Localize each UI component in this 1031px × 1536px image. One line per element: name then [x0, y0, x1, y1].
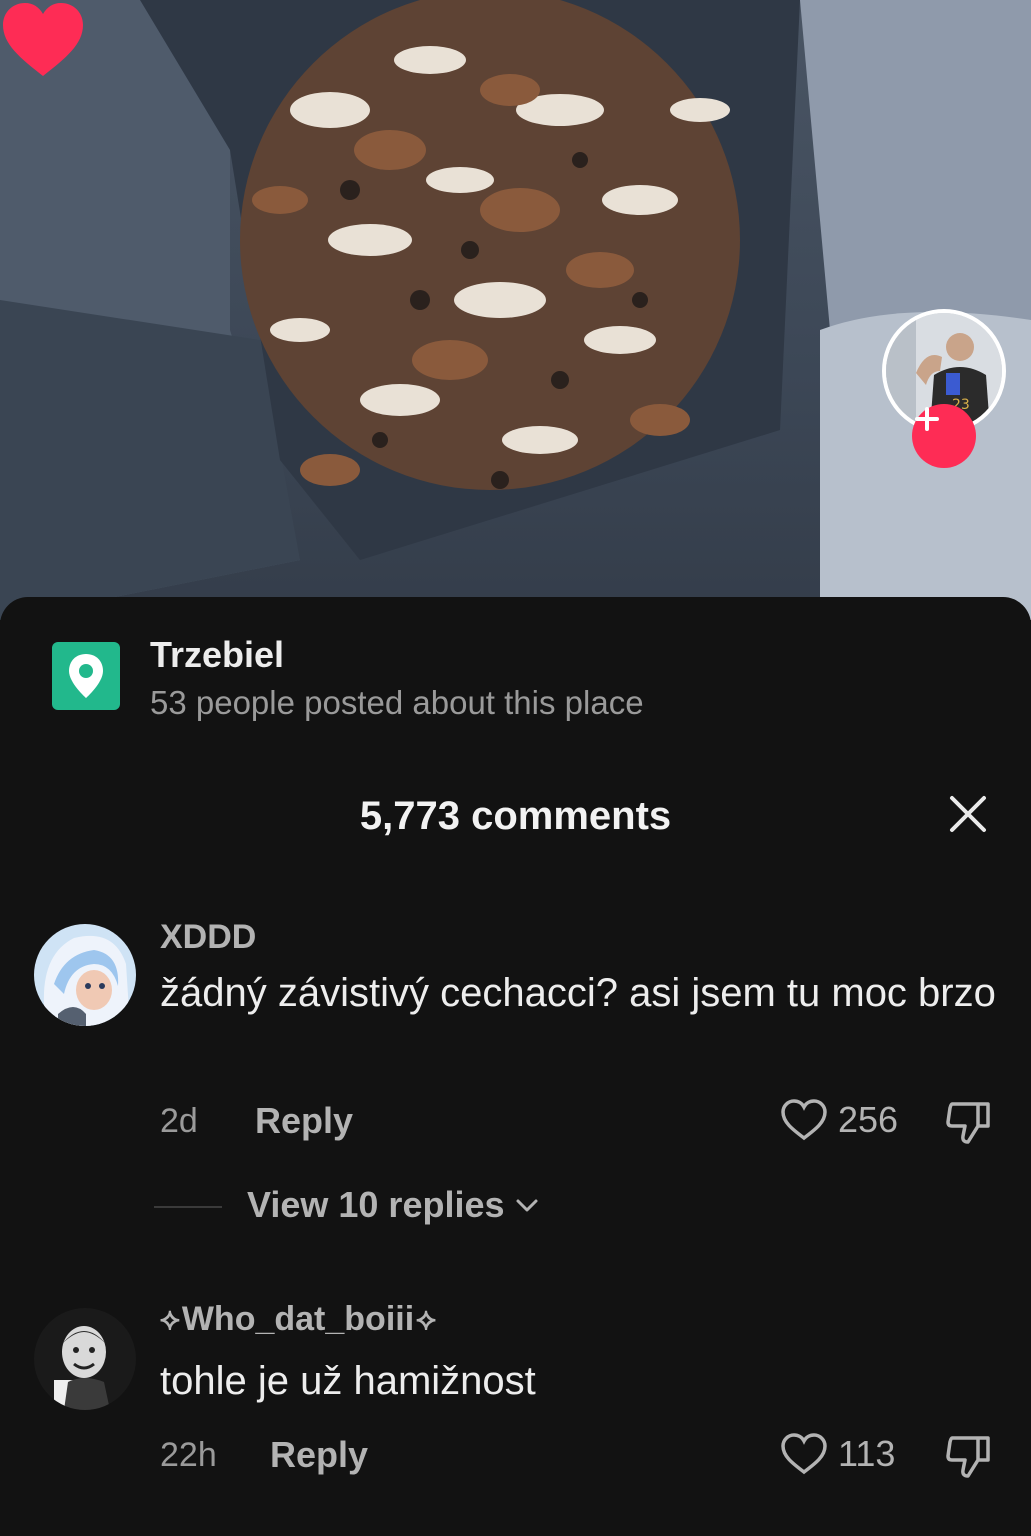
username-ornament-icon: ⟡ [160, 1302, 180, 1336]
plus-icon [915, 407, 939, 431]
view-replies-label: View 10 replies [247, 1184, 505, 1225]
follow-button[interactable] [912, 404, 976, 468]
comment-text: tohle je už hamižnost [160, 1359, 536, 1403]
username-ornament-icon: ⟡ [416, 1302, 437, 1336]
comment-username: Who_dat_boiii [181, 1300, 415, 1338]
location-name[interactable]: Trzebiel [150, 634, 284, 676]
heart-outline-icon [781, 1433, 827, 1475]
close-button[interactable] [940, 786, 996, 842]
video-player[interactable]: 23 [0, 0, 1031, 620]
video-frame [0, 0, 1031, 620]
avatar-image [34, 924, 136, 1026]
location-subtitle: 53 people posted about this place [150, 684, 644, 721]
dislike-icon [946, 1102, 990, 1144]
close-icon [950, 796, 986, 832]
location-pin-glyph [69, 654, 103, 698]
location-pin-icon[interactable] [52, 642, 120, 710]
avatar-image [34, 1308, 136, 1410]
reply-button[interactable]: Reply [255, 1100, 353, 1142]
replies-divider [154, 1206, 222, 1208]
comment-time: 2d [160, 1102, 198, 1140]
heart-outline-icon [781, 1099, 827, 1141]
comment-username[interactable]: XDDD [160, 918, 256, 957]
comments-count-title: 5,773 comments [359, 794, 672, 838]
dislike-button[interactable] [944, 1432, 992, 1485]
comment-username-row[interactable]: ⟡ Who_dat_boiii ⟡ [160, 1300, 436, 1339]
comment-text: žádný závistivý cechacci? asi jsem tu mo… [160, 971, 996, 1015]
dislike-icon [946, 1436, 990, 1478]
reply-button[interactable]: Reply [270, 1434, 368, 1476]
app: 23 Trzebiel 53 people posted about this … [0, 0, 1031, 1536]
comment-time: 22h [160, 1436, 217, 1474]
heart-filled-icon[interactable] [0, 0, 86, 80]
view-replies-button[interactable]: View 10 replies [247, 1184, 541, 1226]
avatar[interactable] [34, 1308, 136, 1410]
avatar[interactable] [34, 924, 136, 1026]
dislike-button[interactable] [944, 1098, 992, 1151]
chevron-down-icon [516, 1199, 538, 1212]
like-count: 113 [838, 1433, 896, 1474]
like-count: 256 [838, 1099, 899, 1140]
comment-like-button[interactable]: 256 [780, 1098, 898, 1142]
comment-like-button[interactable]: 113 [780, 1432, 895, 1476]
